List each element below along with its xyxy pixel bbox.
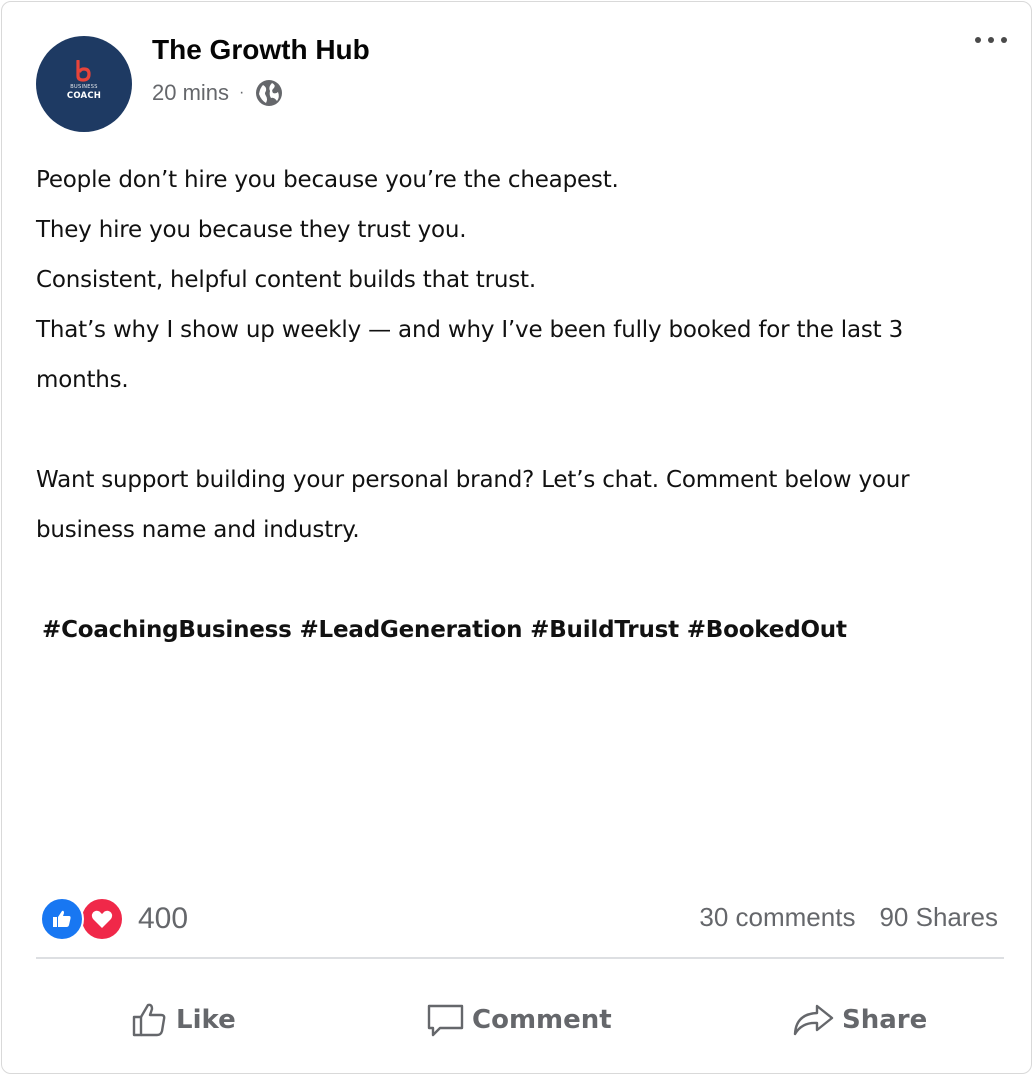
post-line: Consistent, helpful content builds that … [36,267,536,293]
page-avatar[interactable]: BUSINESS COACH [36,36,132,132]
like-reaction-icon [40,897,84,941]
meta-separator: · [239,84,245,101]
reaction-count: 400 [138,902,189,935]
post-line: Want support building your personal bran… [36,467,910,493]
shares-count[interactable]: 90 Shares [879,902,998,933]
avatar-line-2: COACH [66,91,102,101]
like-label: Like [176,1005,236,1035]
comment-label: Comment [472,1005,612,1035]
more-options-button[interactable] [975,32,1007,48]
love-reaction-icon [80,897,124,941]
reactions-summary[interactable]: 400 [40,897,188,941]
post-meta: 20 mins · [152,78,284,108]
post-card: BUSINESS COACH The Growth Hub 20 mins · … [1,1,1032,1074]
post-time[interactable]: 20 mins [152,80,229,106]
avatar-line-1: BUSINESS [70,84,98,90]
like-button[interactable]: Like [130,990,236,1050]
page-name[interactable]: The Growth Hub [152,34,370,66]
post-line: They hire you because they trust you. [36,217,467,243]
thumbs-up-icon [132,1003,166,1037]
globe-icon[interactable] [254,78,284,108]
engagement-stats: 30 comments 90 Shares [699,902,998,933]
post-hashtags[interactable]: #CoachingBusiness #LeadGeneration #Build… [42,605,996,655]
more-dot [1001,37,1007,43]
more-dot [988,37,994,43]
action-bar: Like Comment Share [36,990,1004,1050]
share-label: Share [842,1005,928,1035]
post-line: That’s why I show up weekly — and why I’… [36,317,903,343]
business-coach-logo-icon [76,60,91,82]
comments-count[interactable]: 30 comments [699,902,855,933]
share-arrow-icon [793,1004,834,1036]
post-line: People don’t hire you because you’re the… [36,167,619,193]
post-line: months. [36,367,129,393]
divider [36,957,1004,959]
more-dot [975,37,981,43]
post-line: business name and industry. [36,517,360,543]
share-button[interactable]: Share [792,990,927,1050]
post-text: People don’t hire you because you’re the… [36,155,996,655]
comment-button[interactable]: Comment [426,990,612,1050]
comment-icon [427,1004,464,1037]
